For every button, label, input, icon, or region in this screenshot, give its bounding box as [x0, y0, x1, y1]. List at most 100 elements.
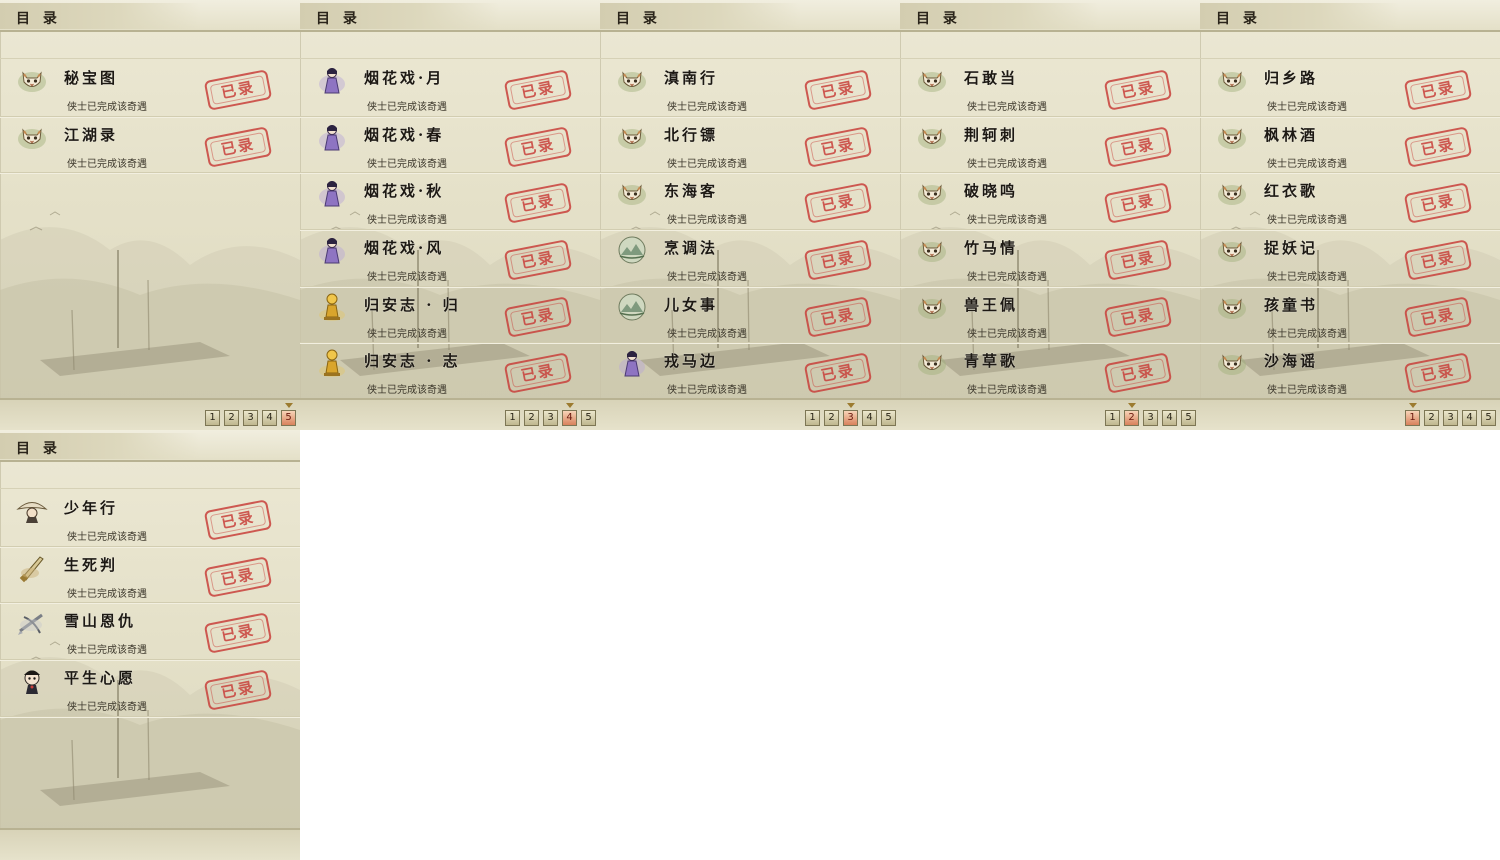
page-button-1[interactable]: 1 [1105, 410, 1120, 426]
lady-purple-icon [316, 64, 348, 96]
landscape-icon [616, 234, 648, 266]
page-button-3[interactable]: 3 [543, 410, 558, 426]
entry-list: 少年行 侠士已完成该奇遇 已录 生死判 侠士已完成该奇遇 已录 雪山恩仇 侠士已完成该奇遇 已录… [0, 490, 300, 717]
page-button-1[interactable]: 1 [805, 410, 820, 426]
page-button-4[interactable]: 4 [562, 403, 577, 426]
journal-entry[interactable]: 归乡路 侠士已完成该奇遇 已录 [1200, 60, 1500, 117]
journal-entry[interactable]: 少年行 侠士已完成该奇遇 已录 [0, 490, 300, 547]
entry-status-text: 侠士已完成该奇遇 [667, 385, 747, 397]
entry-status-text: 侠士已完成该奇遇 [67, 102, 147, 113]
panel-header: 目 录 [600, 0, 900, 32]
cat-icon [916, 234, 948, 266]
panel-footer: 12345 [0, 398, 300, 430]
entry-title: 青草歌 [964, 352, 1019, 371]
page-button-2[interactable]: 2 [524, 410, 539, 426]
entry-status-text: 侠士已完成该奇遇 [967, 102, 1047, 113]
journal-panel: 目 录归乡路 侠士已完成该奇遇 已录 枫林酒 侠士已完成该奇遇 已录 红衣歌 侠士已完成该奇遇… [1200, 0, 1500, 430]
recorded-stamp: 已录 [503, 239, 573, 281]
journal-entry[interactable]: 孩童书 侠士已完成该奇遇 已录 [1200, 287, 1500, 344]
journal-entry[interactable]: 青草歌 侠士已完成该奇遇 已录 [900, 343, 1200, 401]
entry-status-text: 侠士已完成该奇遇 [1267, 102, 1347, 113]
journal-entry[interactable]: 红衣歌 侠士已完成该奇遇 已录 [1200, 173, 1500, 231]
gold-figure-icon [316, 291, 348, 323]
page-button-3[interactable]: 3 [1143, 410, 1158, 426]
journal-entry[interactable]: 烟花戏·秋 侠士已完成该奇遇 已录 [300, 173, 600, 231]
page-button-5[interactable]: 5 [281, 403, 296, 426]
entry-status-text: 侠士已完成该奇遇 [1267, 385, 1347, 397]
entry-status-text: 侠士已完成该奇遇 [967, 328, 1047, 340]
journal-entry[interactable]: 石敢当 侠士已完成该奇遇 已录 [900, 60, 1200, 117]
journal-entry[interactable]: 烹调法 侠士已完成该奇遇 已录 [600, 230, 900, 287]
entry-status-text: 侠士已完成该奇遇 [67, 532, 147, 543]
panel-title: 目 录 [316, 11, 361, 27]
page-button-2[interactable]: 2 [824, 410, 839, 426]
entry-title: 烟花戏·秋 [364, 182, 445, 201]
cat-icon [1216, 64, 1248, 96]
page-button-1[interactable]: 1 [505, 410, 520, 426]
page-button-3[interactable]: 3 [843, 403, 858, 426]
journal-panel: 目 录少年行 侠士已完成该奇遇 已录 生死判 侠士已完成该奇遇 已录 雪山恩仇 侠士已完成该奇… [0, 430, 300, 860]
journal-entry[interactable]: 沙海谣 侠士已完成该奇遇 已录 [1200, 343, 1500, 401]
cat-icon [1216, 177, 1248, 209]
journal-entry[interactable]: 滇南行 侠士已完成该奇遇 已录 [600, 60, 900, 117]
journal-entry[interactable]: 烟花戏·月 侠士已完成该奇遇 已录 [300, 60, 600, 117]
recorded-stamp: 已录 [1403, 295, 1473, 338]
journal-entry[interactable]: 雪山恩仇 侠士已完成该奇遇 已录 [0, 603, 300, 661]
journal-entry[interactable]: 荆轲刺 侠士已完成该奇遇 已录 [900, 117, 1200, 174]
page-button-2[interactable]: 2 [1424, 410, 1439, 426]
entry-status-text: 侠士已完成该奇遇 [667, 272, 747, 284]
entry-title: 江湖录 [64, 125, 119, 144]
journal-panel: 目 录烟花戏·月 侠士已完成该奇遇 已录 烟花戏·春 侠士已完成该奇遇 已录 烟花戏·秋 侠士… [300, 0, 600, 430]
entry-title: 生死判 [64, 555, 119, 574]
page-button-4[interactable]: 4 [862, 410, 877, 426]
journal-entry[interactable]: 东海客 侠士已完成该奇遇 已录 [600, 173, 900, 231]
journal-entry[interactable]: 归安志 · 归侠士已完成该奇遇 已录 [300, 287, 600, 344]
journal-entry[interactable]: 烟花戏·春 侠士已完成该奇遇 已录 [300, 117, 600, 174]
journal-entry[interactable]: 儿女事 侠士已完成该奇遇 已录 [600, 287, 900, 344]
page-button-2[interactable]: 2 [224, 410, 239, 426]
recorded-stamp: 已录 [203, 499, 273, 541]
lady-purple-icon [316, 121, 348, 153]
journal-entry[interactable]: 烟花戏·风 侠士已完成该奇遇 已录 [300, 230, 600, 287]
page-button-2[interactable]: 2 [1124, 403, 1139, 426]
page-button-4[interactable]: 4 [262, 410, 277, 426]
page-button-5[interactable]: 5 [1181, 410, 1196, 426]
entry-list: 滇南行 侠士已完成该奇遇 已录 北行镖 侠士已完成该奇遇 已录 东海客 侠士已完成该奇遇 已录烹… [600, 60, 900, 401]
entry-status-text: 侠士已完成该奇遇 [67, 702, 147, 714]
header-divider [300, 36, 600, 59]
journal-entry[interactable]: 兽王佩 侠士已完成该奇遇 已录 [900, 287, 1200, 344]
journal-entry[interactable]: 归安志 · 志侠士已完成该奇遇 已录 [300, 343, 600, 401]
entry-list: 秘宝图 侠士已完成该奇遇 已录 江湖录 侠士已完成该奇遇 已录 [0, 60, 300, 174]
panel-title: 目 录 [1216, 11, 1261, 27]
page-button-5[interactable]: 5 [1481, 410, 1496, 426]
page-button-5[interactable]: 5 [881, 410, 896, 426]
page-button-4[interactable]: 4 [1462, 410, 1477, 426]
journal-entry[interactable]: 枫林酒 侠士已完成该奇遇 已录 [1200, 117, 1500, 174]
journal-entry[interactable]: 戎马边 侠士已完成该奇遇 已录 [600, 343, 900, 401]
journal-entry[interactable]: 平生心愿 侠士已完成该奇遇 已录 [0, 660, 300, 717]
journal-entry[interactable]: 江湖录 侠士已完成该奇遇 已录 [0, 117, 300, 174]
journal-entry[interactable]: 竹马情 侠士已完成该奇遇 已录 [900, 230, 1200, 287]
page-button-3[interactable]: 3 [1443, 410, 1458, 426]
journal-entry[interactable]: 捉妖记 侠士已完成该奇遇 已录 [1200, 230, 1500, 287]
page-button-1[interactable]: 1 [1405, 403, 1420, 426]
lady-purple-icon [316, 234, 348, 266]
recorded-stamp: 已录 [1403, 125, 1473, 168]
page-button-3[interactable]: 3 [243, 410, 258, 426]
recorded-stamp: 已录 [1403, 239, 1473, 281]
page-button-1[interactable]: 1 [205, 410, 220, 426]
journal-entry[interactable]: 秘宝图 侠士已完成该奇遇 已录 [0, 60, 300, 117]
panel-footer: 12345 [300, 398, 600, 430]
page-button-5[interactable]: 5 [581, 410, 596, 426]
panel-footer: 12345 [1200, 398, 1500, 430]
recorded-stamp: 已录 [803, 125, 873, 168]
entry-title: 雪山恩仇 [64, 612, 137, 631]
journal-entry[interactable]: 北行镖 侠士已完成该奇遇 已录 [600, 117, 900, 174]
panel-title: 目 录 [16, 441, 61, 457]
page-button-4[interactable]: 4 [1162, 410, 1177, 426]
journal-entry[interactable]: 破晓鸣 侠士已完成该奇遇 已录 [900, 173, 1200, 231]
panel-footer [0, 828, 300, 860]
journal-entry[interactable]: 生死判 侠士已完成该奇遇 已录 [0, 547, 300, 604]
entry-title: 石敢当 [964, 69, 1019, 87]
entry-title: 戎马边 [664, 352, 719, 371]
